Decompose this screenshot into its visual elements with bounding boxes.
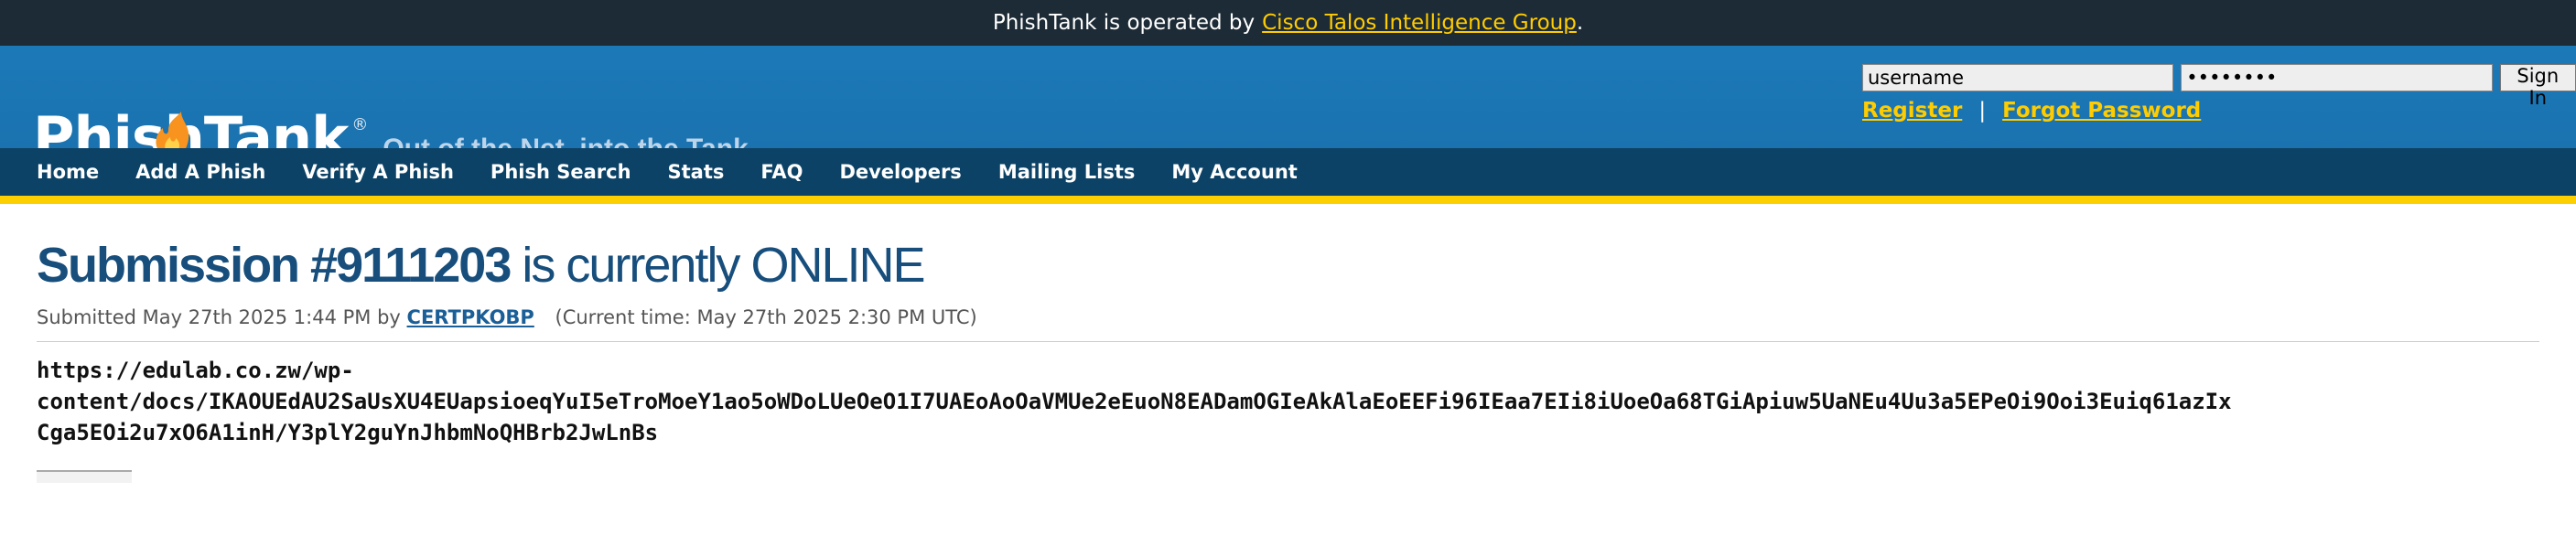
submission-number: Submission #9111203 [37,238,512,293]
username-input[interactable] [1862,64,2174,91]
divider [37,341,2539,342]
current-time: (Current time: May 27th 2025 2:30 PM UTC… [555,306,977,328]
accent-rule [0,196,2576,204]
nav-phish-search[interactable]: Phish Search [490,161,631,183]
password-input[interactable] [2181,64,2493,91]
partial-element [37,470,132,483]
url-line-1: https://edulab.co.zw/wp- [37,358,354,383]
url-line-3: Cga5EOi2u7xO6A1inH/Y3plY2guYnJhbmNoQHBrb… [37,420,659,445]
nav-home[interactable]: Home [37,161,99,183]
nav-faq[interactable]: FAQ [760,161,803,183]
forgot-password-link[interactable]: Forgot Password [2002,99,2201,123]
submission-status: is currently ONLINE [522,238,925,293]
operator-suffix: . [1576,11,1584,35]
register-link[interactable]: Register [1862,99,1962,123]
link-separator: | [1978,99,1987,123]
cisco-talos-link[interactable]: Cisco Talos Intelligence Group [1262,11,1577,35]
nav-stats[interactable]: Stats [668,161,725,183]
logo-registered-mark: ® [351,115,369,134]
nav-developers[interactable]: Developers [839,161,961,183]
sign-in-button[interactable]: Sign In [2499,64,2576,109]
nav-add-a-phish[interactable]: Add A Phish [135,161,265,183]
operator-banner: PhishTank is operated by Cisco Talos Int… [0,0,2576,46]
page-title: Submission #9111203 is currently ONLINE [37,237,2539,294]
nav-verify-a-phish[interactable]: Verify A Phish [302,161,454,183]
phish-url: https://edulab.co.zw/wp- content/docs/IK… [37,355,2539,448]
operator-text: PhishTank is operated by [992,11,1256,35]
nav-mailing-lists[interactable]: Mailing Lists [998,161,1136,183]
login-form: Sign In Register | Forgot Password [1862,64,2576,123]
main-nav: Home Add A Phish Verify A Phish Phish Se… [0,148,2576,196]
submission-meta: Submitted May 27th 2025 1:44 PM by CERTP… [37,306,2539,328]
submitter-link[interactable]: CERTPKOBP [407,306,534,328]
url-line-2: content/docs/IKAOUEdAU2SaUsXU4EUapsioeqY… [37,389,2232,414]
submitted-text: Submitted May 27th 2025 1:44 PM by [37,306,401,328]
site-header: PhishTank ® Out of the Net, into the Tan… [0,46,2576,196]
submission-content: Submission #9111203 is currently ONLINE … [0,237,2576,483]
nav-my-account[interactable]: My Account [1171,161,1297,183]
